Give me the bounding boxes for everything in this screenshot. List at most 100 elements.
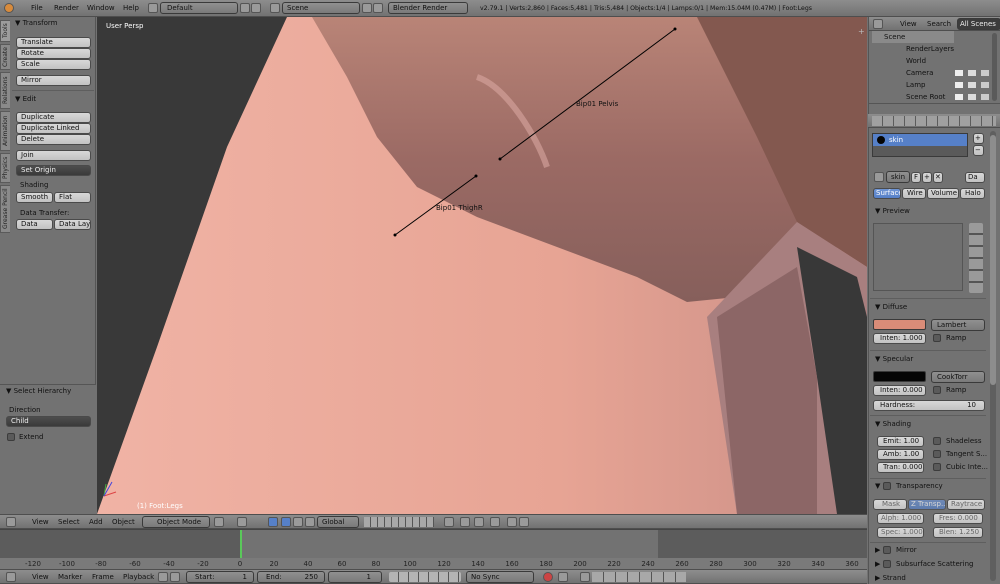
cubic-interpolation-checkbox[interactable] xyxy=(933,463,941,471)
mirror-checkbox[interactable] xyxy=(883,546,891,554)
end-frame-field[interactable]: End: 250 xyxy=(257,571,325,583)
specular-alpha-field[interactable]: Spec: 1.000 xyxy=(877,527,924,538)
3d-viewport[interactable] xyxy=(97,17,867,514)
outliner-search-menu[interactable]: Search xyxy=(927,19,951,30)
translate-button[interactable]: Translate xyxy=(16,37,91,48)
timeline[interactable]: -120 -100 -80 -60 -40 -20 0 20 40 60 80 … xyxy=(0,529,867,570)
mode-selector[interactable]: Object Mode xyxy=(142,516,210,528)
scene-icon[interactable] xyxy=(270,3,280,13)
material-slot-active[interactable]: skin xyxy=(873,134,967,146)
tab-halo[interactable]: Halo xyxy=(960,188,985,199)
remove-slot-button[interactable]: − xyxy=(973,145,984,156)
blend-field[interactable]: Blen: 1.250 xyxy=(933,527,983,538)
viewport-shading-icon[interactable] xyxy=(214,517,224,527)
link-data-dropdown[interactable]: Da xyxy=(965,172,985,183)
transparency-panel-title[interactable]: ▼ xyxy=(875,482,880,490)
render-engine-selector[interactable]: Blender Render xyxy=(388,2,468,14)
select-hierarchy-title[interactable]: ▼ Select Hierarchy xyxy=(6,387,71,395)
tab-grease-pencil[interactable]: Grease Pencil xyxy=(0,185,10,233)
edit-panel-title[interactable]: ▼ Edit xyxy=(15,95,36,103)
tab-tools[interactable]: Tools xyxy=(0,20,10,42)
orientation-selector[interactable]: Global xyxy=(317,516,359,528)
sss-panel-title[interactable]: ▶ xyxy=(875,560,880,568)
pivot-icon[interactable] xyxy=(237,517,247,527)
tab-create[interactable]: Create xyxy=(0,44,10,70)
duplicate-linked-button[interactable]: Duplicate Linked xyxy=(16,123,91,134)
menu-window[interactable]: Window xyxy=(87,3,115,14)
data-layout-button[interactable]: Data Layo xyxy=(54,219,91,230)
timeline-editor-icon[interactable] xyxy=(6,572,16,582)
keyframe-buttons[interactable] xyxy=(592,572,686,582)
blender-logo-icon[interactable] xyxy=(4,3,14,13)
preview-shape-buttons[interactable] xyxy=(969,223,983,293)
playback-controls[interactable] xyxy=(389,572,461,582)
diffuse-color-swatch[interactable] xyxy=(873,319,926,330)
hardness-field[interactable]: Hardness: 10 xyxy=(873,400,985,411)
outliner-editor-icon[interactable] xyxy=(873,19,883,29)
material-browse-icon[interactable] xyxy=(874,172,884,182)
specular-intensity-field[interactable]: Inten: 0.000 xyxy=(873,385,926,396)
sss-checkbox[interactable] xyxy=(883,560,891,568)
add-scene-icon[interactable] xyxy=(362,3,372,13)
outliner-item-renderlayers[interactable]: RenderLayers xyxy=(872,43,954,55)
set-origin-dropdown[interactable]: Set Origin xyxy=(16,165,91,176)
tangent-shading-checkbox[interactable] xyxy=(933,450,941,458)
translate-manipulator-icon[interactable] xyxy=(281,517,291,527)
tab-volume[interactable]: Volume xyxy=(927,188,959,199)
visibility-eye-icon[interactable] xyxy=(955,70,963,100)
preview-range-icon[interactable] xyxy=(158,572,168,582)
corner-plus-icon[interactable]: + xyxy=(858,28,866,36)
manipulator-icon[interactable] xyxy=(268,517,278,527)
outliner-view-menu[interactable]: View xyxy=(900,19,917,30)
scale-button[interactable]: Scale xyxy=(16,59,91,70)
remove-layout-icon[interactable] xyxy=(251,3,261,13)
data-button[interactable]: Data xyxy=(16,219,53,230)
transparency-mask-button[interactable]: Mask xyxy=(873,499,907,510)
remove-scene-icon[interactable] xyxy=(373,3,383,13)
diffuse-shader-selector[interactable]: Lambert xyxy=(931,319,985,331)
diffuse-intensity-field[interactable]: Inten: 1.000 xyxy=(873,333,926,344)
tab-physics[interactable]: Physics xyxy=(0,153,10,183)
transparency-ztransp-button[interactable]: Z Transp... xyxy=(908,499,946,510)
join-button[interactable]: Join xyxy=(16,150,91,161)
unlink-material-button[interactable]: ✕ xyxy=(933,172,943,183)
timeline-clock-icon[interactable] xyxy=(170,572,180,582)
tab-wire[interactable]: Wire xyxy=(902,188,926,199)
fake-user-button[interactable]: F xyxy=(911,172,921,183)
sync-selector[interactable]: No Sync xyxy=(466,571,534,583)
menu-render[interactable]: Render xyxy=(54,3,79,14)
restrict-render-icon[interactable] xyxy=(981,70,989,100)
material-name-field[interactable]: skin xyxy=(886,171,910,183)
outliner-item-scene[interactable]: Scene xyxy=(872,31,954,43)
timeline-menu-view[interactable]: View xyxy=(32,572,49,583)
add-layout-icon[interactable] xyxy=(240,3,250,13)
extend-checkbox[interactable] xyxy=(7,433,15,441)
new-material-button[interactable]: + xyxy=(922,172,932,183)
outliner-scrollbar[interactable] xyxy=(992,33,997,101)
timeline-menu-frame[interactable]: Frame xyxy=(92,572,114,583)
layout-icon[interactable] xyxy=(148,3,158,13)
direction-dropdown[interactable]: Child xyxy=(6,416,91,427)
keying-set-icon[interactable] xyxy=(558,572,568,582)
transparency-checkbox[interactable] xyxy=(883,482,891,490)
emit-field[interactable]: Emit: 1.00 xyxy=(877,436,924,447)
shading-panel-title[interactable]: ▼ Shading xyxy=(875,420,911,428)
property-context-tabs[interactable] xyxy=(872,116,996,126)
layout-selector[interactable]: Default xyxy=(160,2,238,14)
diffuse-panel-title[interactable]: ▼ Diffuse xyxy=(875,303,907,311)
editor-type-icon[interactable] xyxy=(6,517,16,527)
rotate-manipulator-icon[interactable] xyxy=(293,517,303,527)
ambient-field[interactable]: Amb: 1.00 xyxy=(877,449,924,460)
delete-button[interactable]: Delete xyxy=(16,134,91,145)
tab-relations[interactable]: Relations xyxy=(0,72,10,109)
start-frame-field[interactable]: Start: 1 xyxy=(186,571,254,583)
mirror-button[interactable]: Mirror xyxy=(16,75,91,86)
specular-ramp-checkbox[interactable] xyxy=(933,386,941,394)
outliner-item-lamp[interactable]: Lamp xyxy=(872,79,925,91)
tab-surface[interactable]: Surface xyxy=(873,188,901,199)
flat-button[interactable]: Flat xyxy=(54,192,91,203)
tab-animation[interactable]: Animation xyxy=(0,111,10,151)
mirror-panel-title[interactable]: ▶ xyxy=(875,546,880,554)
specular-color-swatch[interactable] xyxy=(873,371,926,382)
scene-selector[interactable]: Scene xyxy=(282,2,360,14)
